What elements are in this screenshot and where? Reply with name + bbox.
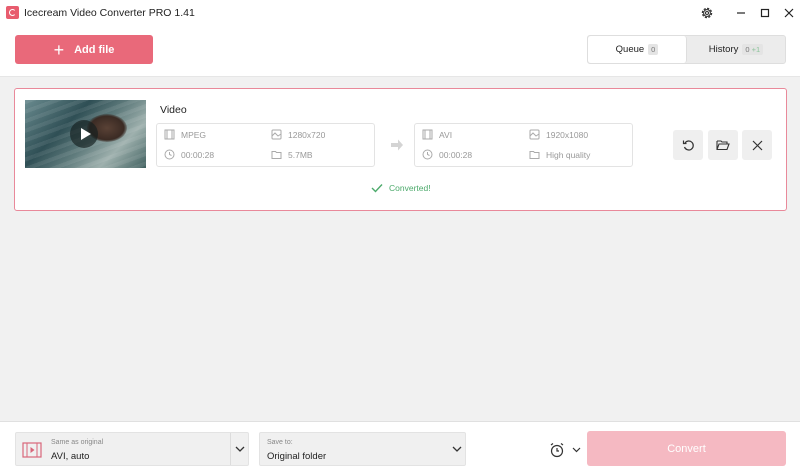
- folder-icon: [271, 151, 282, 159]
- add-file-button[interactable]: + Add file: [15, 35, 153, 64]
- format-caption: Same as original: [51, 439, 104, 446]
- save-caption: Save to:: [267, 439, 293, 446]
- film-icon: [422, 129, 433, 140]
- app-logo-icon: [6, 6, 19, 19]
- format-value: AVI, auto: [51, 451, 90, 462]
- open-folder-icon: [716, 140, 730, 151]
- video-thumbnail: [25, 100, 146, 168]
- queue-count-badge: 0: [648, 44, 659, 55]
- target-duration: 00:00:28: [422, 149, 472, 160]
- film-icon: [164, 129, 175, 140]
- resolution-icon: [529, 129, 540, 140]
- history-new-count: +1: [751, 45, 761, 54]
- schedule-button[interactable]: [549, 439, 581, 461]
- target-quality: High quality: [529, 149, 590, 160]
- play-preview-button[interactable]: [70, 120, 98, 148]
- target-resolution: 1920x1080: [529, 129, 588, 140]
- convert-arrow-icon: [391, 139, 403, 151]
- tab-queue-label: Queue: [615, 44, 645, 55]
- clock-icon: [422, 149, 433, 160]
- output-format-select[interactable]: Same as original AVI, auto: [15, 432, 249, 466]
- undo-icon: [682, 139, 694, 151]
- history-count: 0: [745, 45, 750, 54]
- source-duration: 00:00:28: [164, 149, 214, 160]
- tab-history-label: History: [708, 44, 739, 55]
- status-converted: Converted!: [371, 183, 431, 193]
- source-resolution: 1280x720: [271, 129, 325, 140]
- chevron-down-icon: [235, 446, 245, 452]
- close-window-icon[interactable]: [774, 0, 800, 26]
- source-size: 5.7MB: [271, 149, 313, 160]
- checkmark-icon: [371, 184, 383, 193]
- add-file-label: Add file: [74, 43, 115, 56]
- chevron-down-icon: [452, 446, 462, 452]
- top-toolbar: + Add file Queue 0 History 0 +1: [0, 26, 800, 76]
- queue-history-tabs: Queue 0 History 0 +1: [587, 35, 786, 64]
- close-icon: [752, 140, 762, 150]
- video-format-icon: [22, 442, 42, 458]
- file-name: Video: [160, 104, 187, 116]
- conversion-item-card: Video MPEG 1280x720 00:00:28 5.7MB AVI 1…: [14, 88, 787, 211]
- open-folder-button[interactable]: [708, 130, 738, 160]
- convert-button[interactable]: Convert: [587, 431, 786, 466]
- bottom-bar: Same as original AVI, auto Save to: Orig…: [0, 421, 800, 474]
- settings-gear-icon[interactable]: [692, 0, 722, 26]
- quality-folder-icon: [529, 151, 540, 159]
- history-count-badge: 0 +1: [742, 44, 764, 55]
- tab-history[interactable]: History 0 +1: [687, 36, 785, 63]
- source-format: MPEG: [164, 129, 206, 140]
- resolution-icon: [271, 129, 282, 140]
- title-bar: Icecream Video Converter PRO 1.41: [0, 0, 800, 26]
- source-info-box: MPEG 1280x720 00:00:28 5.7MB: [156, 123, 375, 167]
- target-format: AVI: [422, 129, 452, 140]
- save-value: Original folder: [267, 451, 327, 462]
- tab-queue[interactable]: Queue 0: [588, 36, 687, 63]
- plus-icon: +: [53, 39, 65, 60]
- alarm-clock-icon: [550, 443, 564, 458]
- app-title: Icecream Video Converter PRO 1.41: [24, 7, 195, 19]
- reconvert-button[interactable]: [673, 130, 703, 160]
- save-to-select[interactable]: Save to: Original folder: [259, 432, 466, 466]
- toolbar-divider: [0, 76, 800, 77]
- chevron-down-icon: [572, 447, 581, 453]
- remove-item-button[interactable]: [742, 130, 772, 160]
- target-info-box[interactable]: AVI 1920x1080 00:00:28 High quality: [414, 123, 633, 167]
- clock-icon: [164, 149, 175, 160]
